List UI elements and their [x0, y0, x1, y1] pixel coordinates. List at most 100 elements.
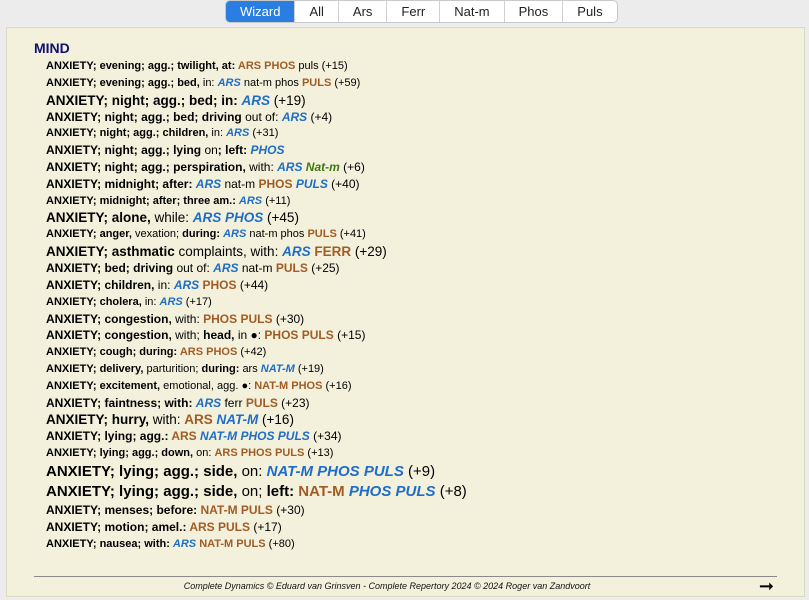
rubric-row[interactable]: ANXIETY; congestion, with: PHOS PULS (+3… [46, 311, 786, 328]
remedy-text[interactable]: NAT-M [298, 483, 344, 500]
remedy-text[interactable]: PHOS PULS [264, 328, 333, 342]
tab-ferr[interactable]: Ferr [387, 1, 441, 22]
rubric-text: complaints, with: [178, 244, 283, 260]
remedy-text[interactable]: ARS [196, 177, 221, 191]
rubric-row[interactable]: ANXIETY; bed; driving out of: ARS nat-m … [46, 260, 786, 277]
rubric-row[interactable]: ANXIETY; night; agg.; bed; in: ARS (+19) [46, 92, 786, 109]
remedy-text[interactable]: ARS [196, 396, 221, 410]
remedy-text[interactable]: NAT-M PHOS PULS [197, 429, 310, 443]
remedy-text[interactable]: ARS [282, 110, 307, 124]
remedy-text[interactable]: nat-m phos [241, 77, 302, 89]
remedy-text[interactable]: ARS [282, 244, 311, 259]
rubric-row[interactable]: ANXIETY; evening; agg.; bed, in: ARS nat… [46, 75, 786, 92]
rubric-row[interactable]: ANXIETY; night; agg.; perspiration, with… [46, 159, 786, 176]
remedy-text[interactable]: NAT-M [261, 363, 295, 375]
remedy-text[interactable]: ARS [223, 228, 246, 240]
remedy-text[interactable]: puls [295, 60, 318, 72]
rubric-row[interactable]: ANXIETY; congestion, with; head, in ●: P… [46, 327, 786, 344]
tab-all[interactable]: All [295, 1, 339, 22]
copyright-footer: Complete Dynamics © Eduard van Grinsven … [183, 581, 591, 591]
remedy-text[interactable]: ARS PHOS PULS [214, 447, 304, 459]
remedy-count: (+8) [435, 482, 467, 500]
tab-phos[interactable]: Phos [505, 1, 564, 22]
remedy-text[interactable]: NAT-M PULS [196, 538, 265, 550]
rubric-row[interactable]: ANXIETY; hurry, with: ARS NAT-M (+16) [46, 411, 786, 428]
remedy-text[interactable]: PULS [292, 177, 328, 191]
remedy-text[interactable]: ARS PULS [189, 520, 250, 534]
tab-ars[interactable]: Ars [339, 1, 388, 22]
next-arrow-icon[interactable]: ➞ [759, 576, 774, 597]
remedy-text[interactable]: PULS [302, 77, 331, 89]
remedy-text[interactable]: ARS [160, 296, 183, 308]
remedy-count: (+9) [403, 462, 436, 480]
tab-nat-m[interactable]: Nat-m [440, 1, 505, 22]
remedy-text[interactable]: ARS [171, 429, 196, 443]
rubric-row[interactable]: ANXIETY; evening; agg.; twilight, at: AR… [46, 58, 786, 75]
rubric-row[interactable]: ANXIETY; children, in: ARS PHOS (+44) [46, 277, 786, 294]
remedy-text[interactable]: ARS [241, 93, 270, 108]
remedy-text[interactable]: ARS [226, 127, 249, 139]
rubric-text: ANXIETY; asthmatic [46, 244, 179, 260]
remedy-filter-tabs: Wizard All Ars Ferr Nat-m Phos Puls [225, 0, 618, 23]
tab-puls[interactable]: Puls [563, 1, 616, 22]
rubric-row[interactable]: ANXIETY; asthmatic complaints, with: ARS… [46, 243, 786, 260]
remedy-text[interactable]: PULS [246, 396, 278, 410]
remedy-text[interactable]: ARS [173, 538, 196, 550]
rubric-text: in ●: [237, 328, 265, 343]
rubric-row[interactable]: ANXIETY; lying; agg.: ARS NAT-M PHOS PUL… [46, 428, 786, 445]
rubric-row[interactable]: ANXIETY; alone, while: ARS PHOS (+45) [46, 209, 786, 226]
rubric-row[interactable]: ANXIETY; lying; agg.; side, on; left: NA… [46, 482, 786, 502]
rubric-row[interactable]: ANXIETY; night; agg.; lying on; left: PH… [46, 142, 786, 159]
remedy-text[interactable]: ARS [239, 195, 262, 207]
remedy-text[interactable]: PHOS PULS [345, 483, 436, 500]
remedy-text[interactable]: PHOS [258, 177, 292, 191]
remedy-count: (+6) [339, 159, 365, 174]
rubric-row[interactable]: ANXIETY; night; agg.; bed; driving out o… [46, 109, 786, 126]
remedy-text[interactable]: PULS [307, 228, 336, 240]
remedy-text[interactable]: PULS [276, 261, 308, 275]
remedy-text[interactable]: NAT-M PHOS PULS [267, 463, 404, 480]
remedy-text[interactable]: nat-m [221, 177, 258, 191]
rubric-row[interactable]: ANXIETY; midnight; after: ARS nat-m PHOS… [46, 176, 786, 193]
remedy-text[interactable]: ferr [221, 396, 246, 410]
remedy-text[interactable]: Nat-m [302, 160, 340, 174]
tab-wizard[interactable]: Wizard [226, 1, 296, 22]
remedy-text[interactable]: ARS [277, 160, 302, 174]
rubric-row[interactable]: ANXIETY; delivery, parturition; during: … [46, 361, 786, 378]
remedy-count: (+19) [270, 92, 306, 108]
rubric-row[interactable]: ANXIETY; motion; amel.: ARS PULS (+17) [46, 519, 786, 536]
remedy-text[interactable]: ARS PHOS [238, 60, 295, 72]
rubric-text: ANXIETY; night; agg.; perspiration, [46, 159, 250, 174]
remedy-text[interactable]: ARS [184, 412, 213, 427]
remedy-text[interactable]: nat-m [239, 261, 276, 275]
rubric-row[interactable]: ANXIETY; nausea; with: ARS NAT-M PULS (+… [46, 536, 786, 553]
remedy-text[interactable]: FERR [311, 244, 351, 259]
remedy-text[interactable]: ARS PHOS [193, 210, 264, 225]
remedy-text[interactable]: NAT-M [213, 412, 259, 427]
remedy-text[interactable]: PHOS PULS [203, 312, 272, 326]
remedy-text[interactable]: NAT-M PULS [200, 503, 272, 517]
rubric-row[interactable]: ANXIETY; night; agg.; children, in: ARS … [46, 125, 786, 142]
remedy-text[interactable]: ARS PHOS [180, 346, 237, 358]
rubric-row[interactable]: ANXIETY; lying; agg.; side, on: NAT-M PH… [46, 462, 786, 482]
remedy-text[interactable]: PHOS [250, 143, 284, 157]
rubric-row[interactable]: ANXIETY; excitement, emotional, agg. ●: … [46, 378, 786, 395]
remedy-text[interactable]: ARS [213, 261, 238, 275]
remedy-text[interactable]: ARS [174, 278, 199, 292]
remedy-text[interactable]: nat-m phos [246, 228, 307, 240]
remedy-text[interactable]: PHOS [199, 278, 236, 292]
rubric-row[interactable]: ANXIETY; lying; agg.; down, on: ARS PHOS… [46, 445, 786, 462]
remedy-text[interactable]: NAT-M PHOS [254, 380, 322, 392]
remedy-count: (+59) [331, 76, 361, 89]
rubric-row[interactable]: ANXIETY; anger, vexation; during: ARS na… [46, 226, 786, 243]
rubric-row[interactable]: ANXIETY; cholera, in: ARS (+17) [46, 294, 786, 311]
rubric-row[interactable]: ANXIETY; midnight; after; three am.: ARS… [46, 193, 786, 210]
remedy-count: (+16) [322, 379, 352, 392]
rubric-text: ANXIETY; lying; agg.: [46, 429, 172, 444]
rubric-row[interactable]: ANXIETY; menses; before: NAT-M PULS (+30… [46, 502, 786, 519]
rubric-row[interactable]: ANXIETY; faintness; with: ARS ferr PULS … [46, 395, 786, 412]
rubric-row[interactable]: ANXIETY; cough; during: ARS PHOS (+42) [46, 344, 786, 361]
remedy-count: (+30) [272, 311, 305, 326]
remedy-text[interactable]: ARS [218, 77, 241, 89]
remedy-text[interactable]: ars [242, 363, 260, 375]
